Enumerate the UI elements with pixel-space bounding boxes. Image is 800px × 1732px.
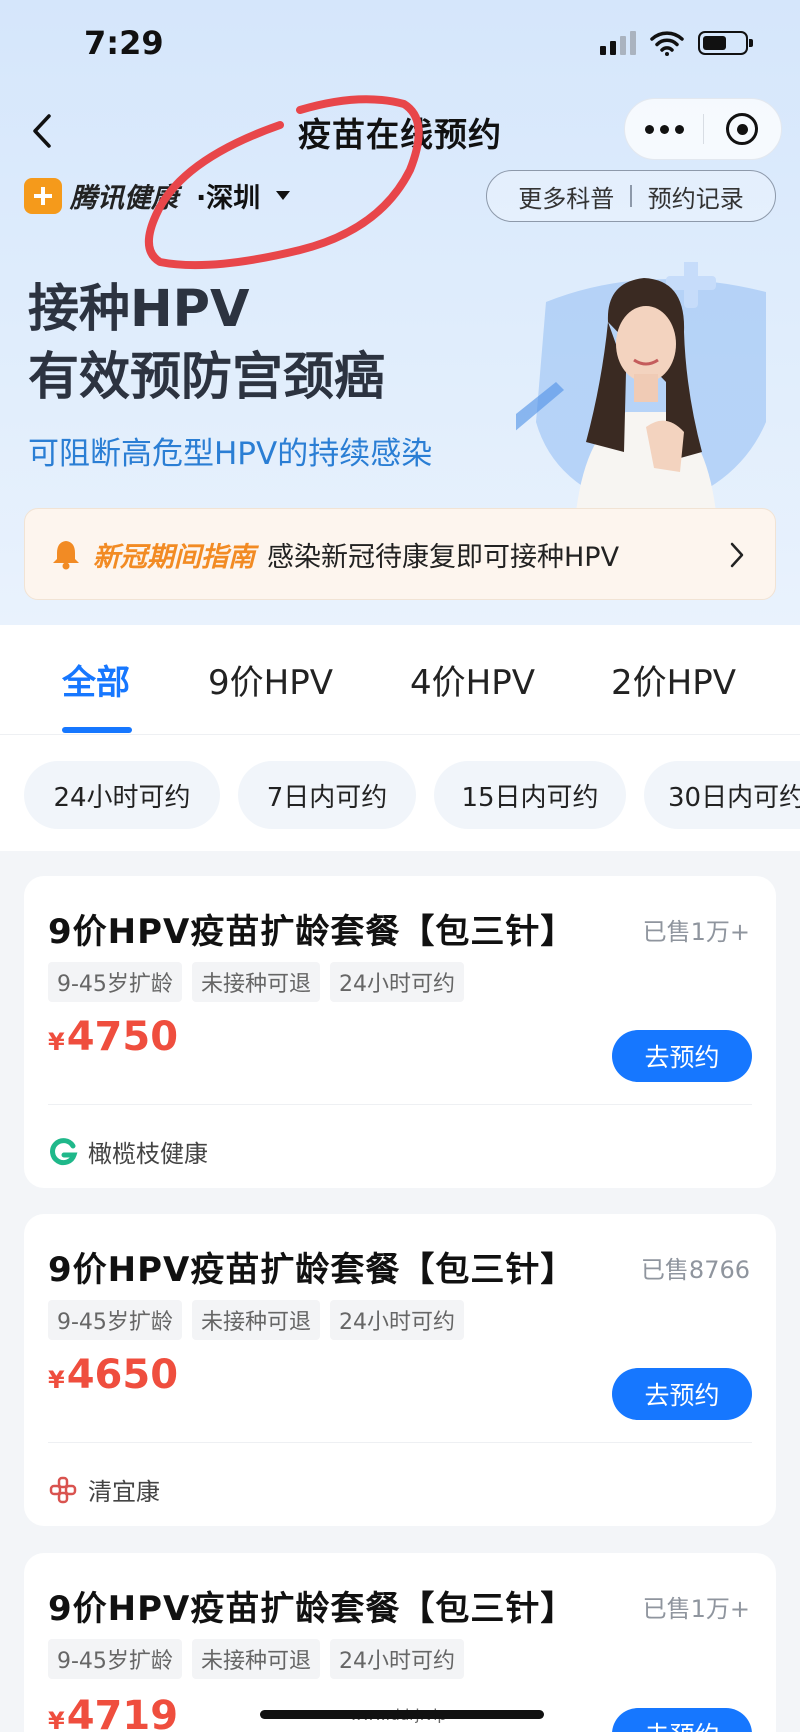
product-tags: 9-45岁扩龄 未接种可退 24小时可约: [48, 1300, 464, 1340]
tag: 24小时可约: [329, 1639, 464, 1679]
wifi-icon: [650, 31, 684, 56]
product-tags: 9-45岁扩龄 未接种可退 24小时可约: [48, 962, 464, 1002]
brand-location: 腾讯健康 ·深圳: [24, 176, 291, 215]
price-value: 4650: [66, 1352, 179, 1398]
tag: 未接种可退: [191, 1639, 320, 1679]
currency-symbol: ¥: [48, 1707, 65, 1732]
status-time: 7:29: [84, 24, 164, 62]
price: ¥4750: [48, 1014, 178, 1060]
product-card[interactable]: 9价HPV疫苗扩龄套餐【包三针】 已售8766 9-45岁扩龄 未接种可退 24…: [24, 1214, 776, 1526]
more-science-link[interactable]: 更多科普: [518, 179, 614, 214]
price: ¥4650: [48, 1352, 178, 1398]
product-tags: 9-45岁扩龄 未接种可退 24小时可约: [48, 1639, 464, 1679]
notice-banner[interactable]: 新冠期间指南 感染新冠待康复即可接种HPV: [24, 508, 776, 600]
top-links: 更多科普 预约记录: [486, 170, 776, 222]
header-area: 7:29 疫苗在线预约 腾讯健康 ·深圳 更多科普 预约记录 接种HPV 有效预…: [0, 0, 800, 625]
doctor-illustration: [516, 262, 766, 512]
hero-title: 接种HPV 有效预防宫颈癌: [28, 276, 385, 412]
active-tab-indicator: [62, 727, 132, 733]
filter-chip[interactable]: 15日内可约: [434, 761, 626, 829]
notice-text: 感染新冠待康复即可接种HPV: [267, 541, 620, 573]
battery-icon: [698, 31, 753, 55]
bell-icon: [53, 541, 79, 570]
miniprogram-capsule: [624, 98, 782, 160]
provider-name: 橄榄枝健康: [88, 1140, 208, 1168]
sold-count: 已售1万+: [642, 918, 750, 946]
close-miniprogram-button[interactable]: [704, 113, 781, 145]
price: ¥4719: [48, 1693, 178, 1732]
product-title: 9价HPV疫苗扩龄套餐【包三针】: [48, 1250, 576, 1290]
booking-records-link[interactable]: 预约记录: [648, 179, 744, 214]
filter-chip[interactable]: 30日内可约: [644, 761, 800, 829]
more-icon[interactable]: [625, 124, 703, 134]
price-value: 4750: [66, 1014, 179, 1060]
sold-count: 已售1万+: [642, 1595, 750, 1623]
hero-line-2: 有效预防宫颈癌: [28, 348, 386, 407]
brand-name: 腾讯健康: [70, 183, 178, 214]
book-button[interactable]: 去预约: [612, 1368, 752, 1420]
book-button[interactable]: 去预约: [612, 1030, 752, 1082]
tag: 24小时可约: [329, 1300, 464, 1340]
provider-name: 清宜康: [88, 1478, 160, 1506]
hero-subtitle: 可阻断高危型HPV的持续感染: [28, 436, 433, 472]
product-title: 9价HPV疫苗扩龄套餐【包三针】: [48, 1589, 576, 1629]
provider[interactable]: 清宜康: [48, 1472, 160, 1507]
tencent-health-logo: [24, 177, 62, 214]
provider[interactable]: 橄榄枝健康: [48, 1134, 208, 1169]
status-icons: [600, 30, 753, 56]
tab-2-valent[interactable]: 2价HPV: [611, 655, 736, 704]
currency-symbol: ¥: [48, 1028, 65, 1056]
signal-icon: [600, 31, 636, 55]
flower-logo-icon: [49, 1476, 77, 1503]
currency-symbol: ¥: [48, 1366, 65, 1394]
sold-count: 已售8766: [640, 1256, 750, 1284]
price-value: 4719: [66, 1693, 179, 1732]
tab-9-valent[interactable]: 9价HPV: [208, 655, 333, 704]
book-button[interactable]: 去预约: [612, 1708, 752, 1732]
category-tabs: 全部 9价HPV 4价HPV 2价HPV: [0, 625, 800, 735]
tag: 未接种可退: [191, 1300, 320, 1340]
filter-chip[interactable]: 24小时可约: [24, 761, 220, 829]
olive-branch-logo-icon: [50, 1137, 78, 1165]
product-card[interactable]: 9价HPV疫苗扩龄套餐【包三针】 已售1万+ 9-45岁扩龄 未接种可退 24小…: [24, 876, 776, 1188]
tag: 9-45岁扩龄: [48, 962, 182, 1002]
tab-4-valent[interactable]: 4价HPV: [410, 655, 535, 704]
home-indicator: [260, 1710, 544, 1719]
chevron-right-icon: [730, 542, 744, 568]
city-selector[interactable]: ·深圳: [196, 176, 260, 215]
tag: 9-45岁扩龄: [48, 1639, 182, 1679]
tag: 未接种可退: [191, 962, 320, 1002]
notice-tag: 新冠期间指南: [93, 541, 255, 573]
caret-down-icon[interactable]: [276, 191, 291, 200]
hero-line-1: 接种HPV: [28, 280, 250, 339]
target-icon: [726, 113, 759, 145]
product-title: 9价HPV疫苗扩龄套餐【包三针】: [48, 912, 576, 952]
tab-all[interactable]: 全部: [62, 655, 130, 704]
availability-filters: 24小时可约 7日内可约 15日内可约 30日内可约: [0, 735, 800, 851]
tag: 24小时可约: [329, 962, 464, 1002]
filter-chip[interactable]: 7日内可约: [238, 761, 416, 829]
tag: 9-45岁扩龄: [48, 1300, 182, 1340]
